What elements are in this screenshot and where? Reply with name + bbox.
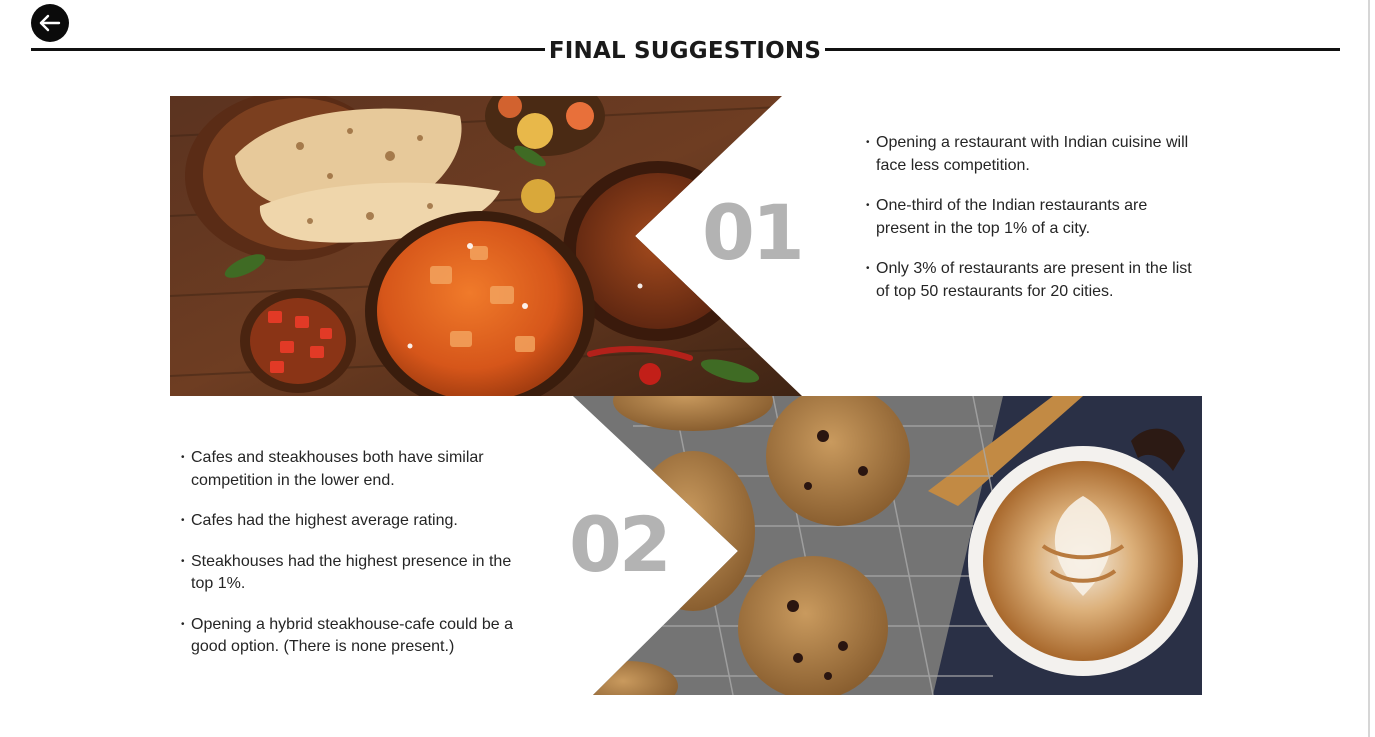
- bullet-item: Opening a hybrid steakhouse-cafe could b…: [181, 614, 529, 659]
- back-button[interactable]: [31, 4, 69, 42]
- bullet-item: Cafes and steakhouses both have similar …: [181, 447, 529, 492]
- section1-bullet-list: Opening a restaurant with Indian cuisine…: [866, 132, 1196, 321]
- bullet-item: Only 3% of restaurants are present in th…: [866, 258, 1196, 303]
- section2-bullet-list: Cafes and steakhouses both have similar …: [181, 447, 529, 677]
- bullet-item: One-third of the Indian restaurants are …: [866, 195, 1196, 240]
- title-rule-left: [31, 48, 545, 51]
- arrow-left-icon: [39, 14, 61, 32]
- title-rule-right: [825, 48, 1340, 51]
- bullet-item: Opening a restaurant with Indian cuisine…: [866, 132, 1196, 177]
- bullet-item: Steakhouses had the highest presence in …: [181, 551, 529, 596]
- window-right-edge: [1368, 0, 1370, 737]
- page-title: FINAL SUGGESTIONS: [548, 38, 822, 64]
- section-number-01: 01: [702, 188, 805, 277]
- section-number-02: 02: [569, 500, 672, 589]
- bullet-item: Cafes had the highest average rating.: [181, 510, 529, 533]
